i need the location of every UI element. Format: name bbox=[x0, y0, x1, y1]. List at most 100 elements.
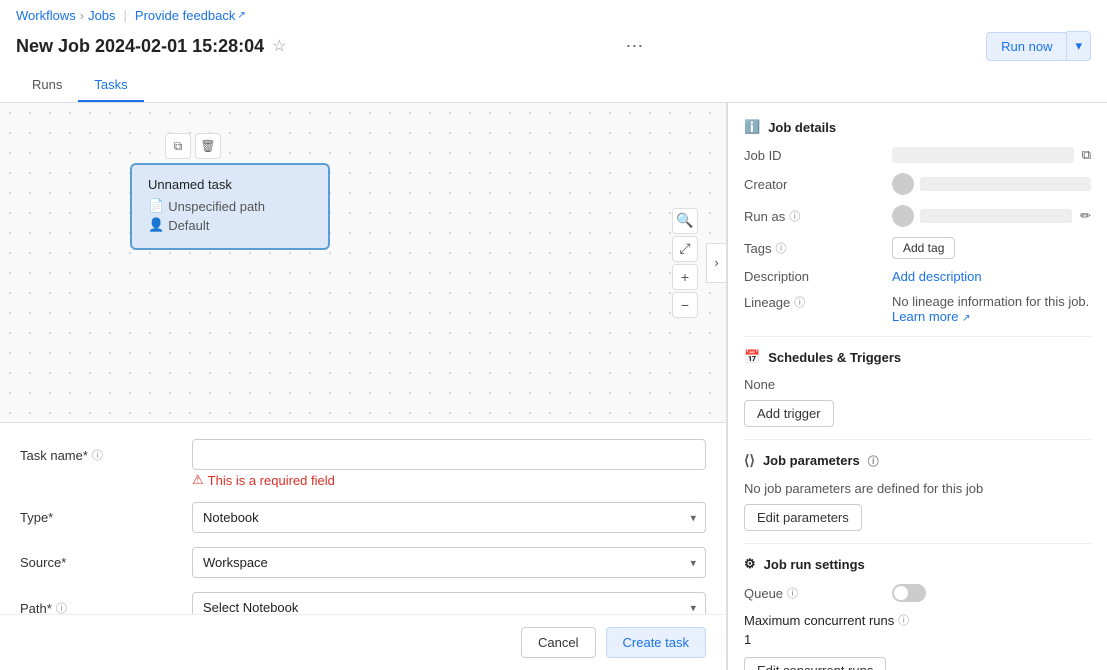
feedback-link[interactable]: Provide feedback ↗ bbox=[135, 8, 246, 23]
creator-name bbox=[920, 177, 1091, 191]
delete-task-button[interactable]: 🗑 bbox=[195, 133, 221, 159]
job-id-row: Job ID ⧉ bbox=[744, 147, 1091, 163]
path-select[interactable]: Select Notebook bbox=[192, 592, 706, 614]
description-row: Description Add description bbox=[744, 269, 1091, 284]
run-as-label: Run as ⓘ bbox=[744, 208, 884, 224]
lineage-info-icon[interactable]: ⓘ bbox=[794, 294, 805, 310]
run-as-name bbox=[920, 209, 1072, 223]
task-node[interactable]: Unnamed task 📄 Unspecified path 👤 Defaul… bbox=[130, 163, 330, 250]
form-footer: Cancel Create task bbox=[0, 614, 726, 670]
run-now-group: Run now ▾ bbox=[986, 31, 1091, 61]
task-node-title: Unnamed task bbox=[148, 177, 312, 192]
edit-parameters-button[interactable]: Edit parameters bbox=[744, 504, 862, 531]
edit-concurrent-button[interactable]: Edit concurrent runs bbox=[744, 657, 886, 670]
tags-row: Tags ⓘ Add tag bbox=[744, 237, 1091, 259]
run-as-avatar bbox=[892, 205, 914, 227]
form-area: Task name* ⓘ ⚠ This is a required field … bbox=[0, 423, 726, 614]
path-select-wrap: Select Notebook ▾ bbox=[192, 592, 706, 614]
toggle-knob bbox=[894, 586, 908, 600]
lineage-text: No lineage information for this job. bbox=[892, 294, 1089, 309]
queue-toggle[interactable] bbox=[892, 584, 926, 602]
job-details-title: ℹ️ Job details bbox=[744, 119, 1091, 135]
learn-more-link[interactable]: Learn more ↗ bbox=[892, 309, 971, 324]
tags-label: Tags ⓘ bbox=[744, 240, 884, 256]
copy-job-id-icon[interactable]: ⧉ bbox=[1082, 147, 1091, 163]
source-select[interactable]: Workspace bbox=[192, 547, 706, 578]
max-concurrent-value: 1 bbox=[744, 632, 751, 647]
tags-info-icon[interactable]: ⓘ bbox=[775, 240, 786, 256]
tab-tasks[interactable]: Tasks bbox=[78, 69, 143, 102]
more-options-icon[interactable]: ⋯ bbox=[625, 36, 643, 57]
code-icon: ⟨⟩ bbox=[744, 452, 755, 469]
creator-label: Creator bbox=[744, 177, 884, 192]
error-icon: ⚠ bbox=[192, 472, 204, 488]
task-node-actions: ⧉ 🗑 bbox=[165, 133, 221, 159]
job-parameters-title: ⟨⟩ Job parameters ⓘ bbox=[744, 452, 1091, 469]
max-concurrent-info-icon[interactable]: ⓘ bbox=[898, 612, 909, 628]
create-task-button[interactable]: Create task bbox=[606, 627, 706, 658]
creator-value bbox=[892, 173, 1091, 195]
task-name-control: ⚠ This is a required field bbox=[192, 439, 706, 488]
divider-2 bbox=[744, 439, 1091, 440]
breadcrumb-divider: | bbox=[124, 8, 127, 23]
sep1: › bbox=[80, 8, 84, 23]
run-now-button[interactable]: Run now bbox=[986, 32, 1067, 61]
info-circle-icon: ℹ️ bbox=[744, 119, 760, 135]
breadcrumb-jobs[interactable]: Jobs bbox=[88, 8, 115, 23]
task-name-row: Task name* ⓘ ⚠ This is a required field bbox=[20, 439, 706, 488]
lineage-row: Lineage ⓘ No lineage information for thi… bbox=[744, 294, 1091, 324]
cancel-button[interactable]: Cancel bbox=[521, 627, 595, 658]
breadcrumb: Workflows › Jobs | Provide feedback ↗ bbox=[16, 0, 1091, 27]
collapse-panel-button[interactable]: › bbox=[706, 243, 726, 283]
run-as-info-icon[interactable]: ⓘ bbox=[789, 208, 800, 224]
favorite-icon[interactable]: ☆ bbox=[272, 36, 286, 56]
task-name-label: Task name* ⓘ bbox=[20, 439, 180, 463]
canvas-controls: 🔍 ⤢ + − bbox=[672, 208, 698, 318]
search-canvas-button[interactable]: 🔍 bbox=[672, 208, 698, 234]
task-name-info-icon[interactable]: ⓘ bbox=[92, 447, 103, 463]
tab-runs[interactable]: Runs bbox=[16, 69, 78, 102]
add-description-link[interactable]: Add description bbox=[892, 269, 982, 284]
job-parameters-section: ⟨⟩ Job parameters ⓘ No job parameters ar… bbox=[744, 452, 1091, 531]
add-trigger-button[interactable]: Add trigger bbox=[744, 400, 834, 427]
job-id-label: Job ID bbox=[744, 148, 884, 163]
queue-info-icon[interactable]: ⓘ bbox=[787, 585, 798, 601]
type-select[interactable]: Notebook bbox=[192, 502, 706, 533]
right-panel: ℹ️ Job details Job ID ⧉ Creator Run as ⓘ bbox=[727, 103, 1107, 670]
queue-row: Queue ⓘ bbox=[744, 584, 1091, 602]
add-tag-button[interactable]: Add tag bbox=[892, 237, 955, 259]
external-link-icon: ↗ bbox=[237, 10, 245, 21]
divider-3 bbox=[744, 543, 1091, 544]
schedules-section: 📅 Schedules & Triggers None Add trigger bbox=[744, 349, 1091, 427]
fit-canvas-button[interactable]: ⤢ bbox=[672, 236, 698, 262]
creator-avatar bbox=[892, 173, 914, 195]
zoom-in-button[interactable]: + bbox=[672, 264, 698, 290]
zoom-out-button[interactable]: − bbox=[672, 292, 698, 318]
type-select-wrap: Notebook ▾ bbox=[192, 502, 706, 533]
run-as-value bbox=[892, 205, 1072, 227]
run-as-row: Run as ⓘ ✏ bbox=[744, 205, 1091, 227]
task-node-path: 📄 Unspecified path bbox=[148, 198, 312, 214]
canvas-area: ⧉ 🗑 Unnamed task 📄 Unspecified path 👤 De… bbox=[0, 103, 726, 423]
job-params-info-icon[interactable]: ⓘ bbox=[868, 453, 879, 469]
lineage-content: No lineage information for this job. Lea… bbox=[892, 294, 1089, 324]
settings-icon: ⚙ bbox=[744, 556, 756, 572]
schedules-none: None bbox=[744, 377, 1091, 392]
title-row: New Job 2024-02-01 15:28:04 ☆ ⋯ Run now … bbox=[16, 27, 1091, 69]
breadcrumb-workflows[interactable]: Workflows bbox=[16, 8, 76, 23]
calendar-icon: 📅 bbox=[744, 349, 760, 365]
source-select-wrap: Workspace ▾ bbox=[192, 547, 706, 578]
edit-run-as-icon[interactable]: ✏ bbox=[1080, 208, 1091, 224]
job-details-section: ℹ️ Job details Job ID ⧉ Creator Run as ⓘ bbox=[744, 119, 1091, 324]
main-area: ⧉ 🗑 Unnamed task 📄 Unspecified path 👤 De… bbox=[0, 103, 1107, 670]
cluster-icon: 👤 bbox=[148, 217, 164, 233]
path-info-icon[interactable]: ⓘ bbox=[56, 600, 67, 614]
task-name-error: ⚠ This is a required field bbox=[192, 472, 706, 488]
copy-task-button[interactable]: ⧉ bbox=[165, 133, 191, 159]
run-now-dropdown-button[interactable]: ▾ bbox=[1067, 31, 1091, 61]
task-name-input[interactable] bbox=[192, 439, 706, 470]
max-concurrent-row: Maximum concurrent runs ⓘ 1 Edit concurr… bbox=[744, 612, 1091, 670]
job-run-settings-title: ⚙ Job run settings bbox=[744, 556, 1091, 572]
path-label: Path* ⓘ bbox=[20, 592, 180, 614]
lineage-label: Lineage ⓘ bbox=[744, 294, 884, 310]
